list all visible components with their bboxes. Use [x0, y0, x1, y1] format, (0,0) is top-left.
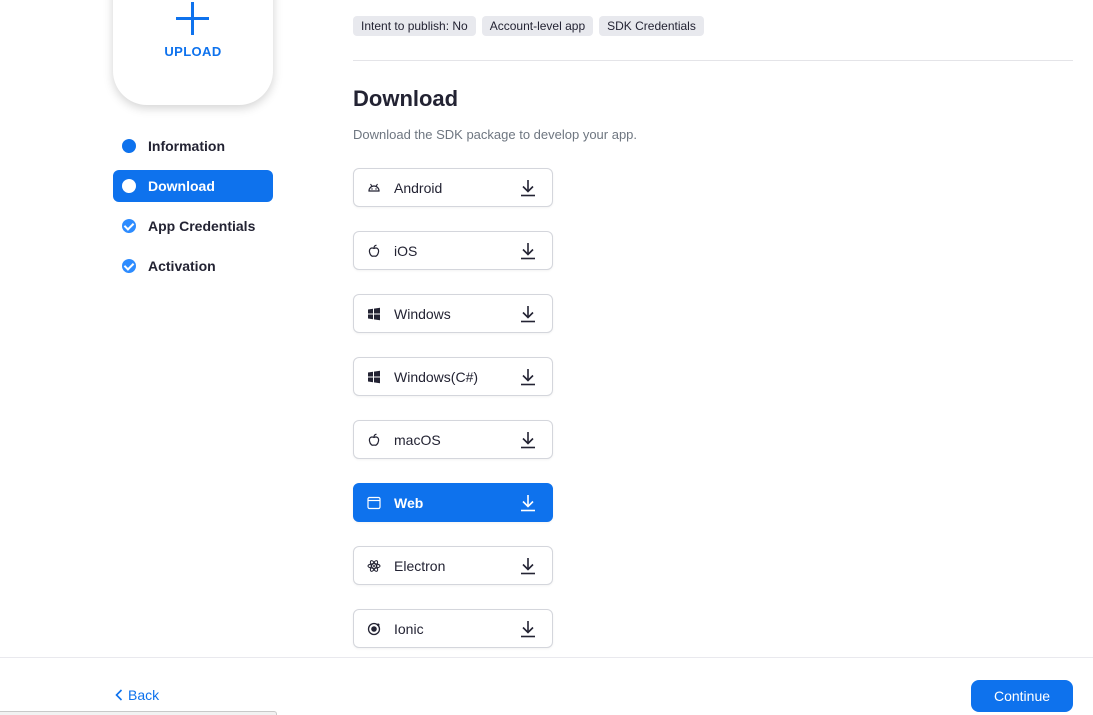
- ionic-icon: [367, 622, 381, 636]
- windows-icon: [368, 370, 380, 384]
- section-title: Download: [353, 86, 459, 111]
- chevron-left-icon: [115, 689, 123, 701]
- apple-icon: [368, 433, 380, 446]
- upload-button[interactable]: UPLOAD: [113, 0, 273, 105]
- tag-account-level: Account-level app: [481, 16, 594, 36]
- download-ionic-button[interactable]: Ionic: [353, 609, 553, 648]
- step-nav: Information Download App Credentials Act…: [113, 130, 273, 290]
- download-android-button[interactable]: Android: [353, 168, 553, 207]
- platform-label: Windows: [394, 306, 451, 322]
- step-activation[interactable]: Activation: [113, 250, 273, 282]
- app-build-page: UPLOAD Information Download App Credenti…: [0, 0, 1093, 715]
- platform-label: iOS: [394, 243, 418, 259]
- upload-label: UPLOAD: [164, 44, 222, 59]
- step-app-credentials[interactable]: App Credentials: [113, 210, 273, 242]
- apple-icon: [368, 244, 380, 257]
- sdk-download-list: Android iOS Windows Windows(C#) macOS We…: [353, 168, 553, 672]
- step-information[interactable]: Information: [113, 130, 273, 162]
- download-icon: [521, 243, 535, 260]
- footer-divider: [0, 657, 1093, 658]
- step-label: Download: [148, 178, 215, 194]
- platform-label: macOS: [394, 432, 441, 448]
- platform-label: Electron: [394, 558, 446, 574]
- platform-label: Windows(C#): [394, 369, 479, 385]
- plus-icon: [176, 2, 209, 35]
- windows-icon: [368, 307, 380, 321]
- download-icon: [521, 558, 535, 575]
- check-circle-icon: [122, 219, 136, 233]
- step-label: App Credentials: [148, 218, 256, 234]
- step-download[interactable]: Download: [113, 170, 273, 202]
- divider: [353, 60, 1073, 61]
- step-label: Activation: [148, 258, 216, 274]
- download-ios-button[interactable]: iOS: [353, 231, 553, 270]
- android-icon: [368, 183, 380, 192]
- browser-window-icon: [367, 496, 381, 510]
- platform-label: Android: [394, 180, 443, 196]
- download-icon: [521, 495, 535, 512]
- back-label: Back: [128, 687, 160, 703]
- download-icon: [521, 621, 535, 638]
- step-dot-icon: [122, 179, 136, 193]
- check-circle-icon: [122, 259, 136, 273]
- download-icon: [521, 180, 535, 197]
- continue-button[interactable]: Continue: [971, 680, 1073, 712]
- download-windows-csharp-button[interactable]: Windows(C#): [353, 357, 553, 396]
- download-icon: [521, 306, 535, 323]
- app-tags: Intent to publish: No Account-level app …: [353, 16, 704, 36]
- step-label: Information: [148, 138, 225, 154]
- tag-sdk-credentials: SDK Credentials: [599, 16, 704, 36]
- platform-label: Web: [394, 495, 424, 511]
- section-subtitle: Download the SDK package to develop your…: [353, 127, 638, 142]
- step-dot-icon: [122, 139, 136, 153]
- download-macos-button[interactable]: macOS: [353, 420, 553, 459]
- tag-intent-to-publish: Intent to publish: No: [353, 16, 476, 36]
- download-electron-button[interactable]: Electron: [353, 546, 553, 585]
- download-icon: [521, 369, 535, 386]
- download-windows-button[interactable]: Windows: [353, 294, 553, 333]
- electron-icon: [367, 560, 381, 572]
- download-icon: [521, 432, 535, 449]
- bottom-panel-edge: [0, 711, 277, 715]
- back-link[interactable]: Back: [115, 687, 159, 703]
- download-web-button[interactable]: Web: [353, 483, 553, 522]
- platform-label: Ionic: [394, 621, 424, 637]
